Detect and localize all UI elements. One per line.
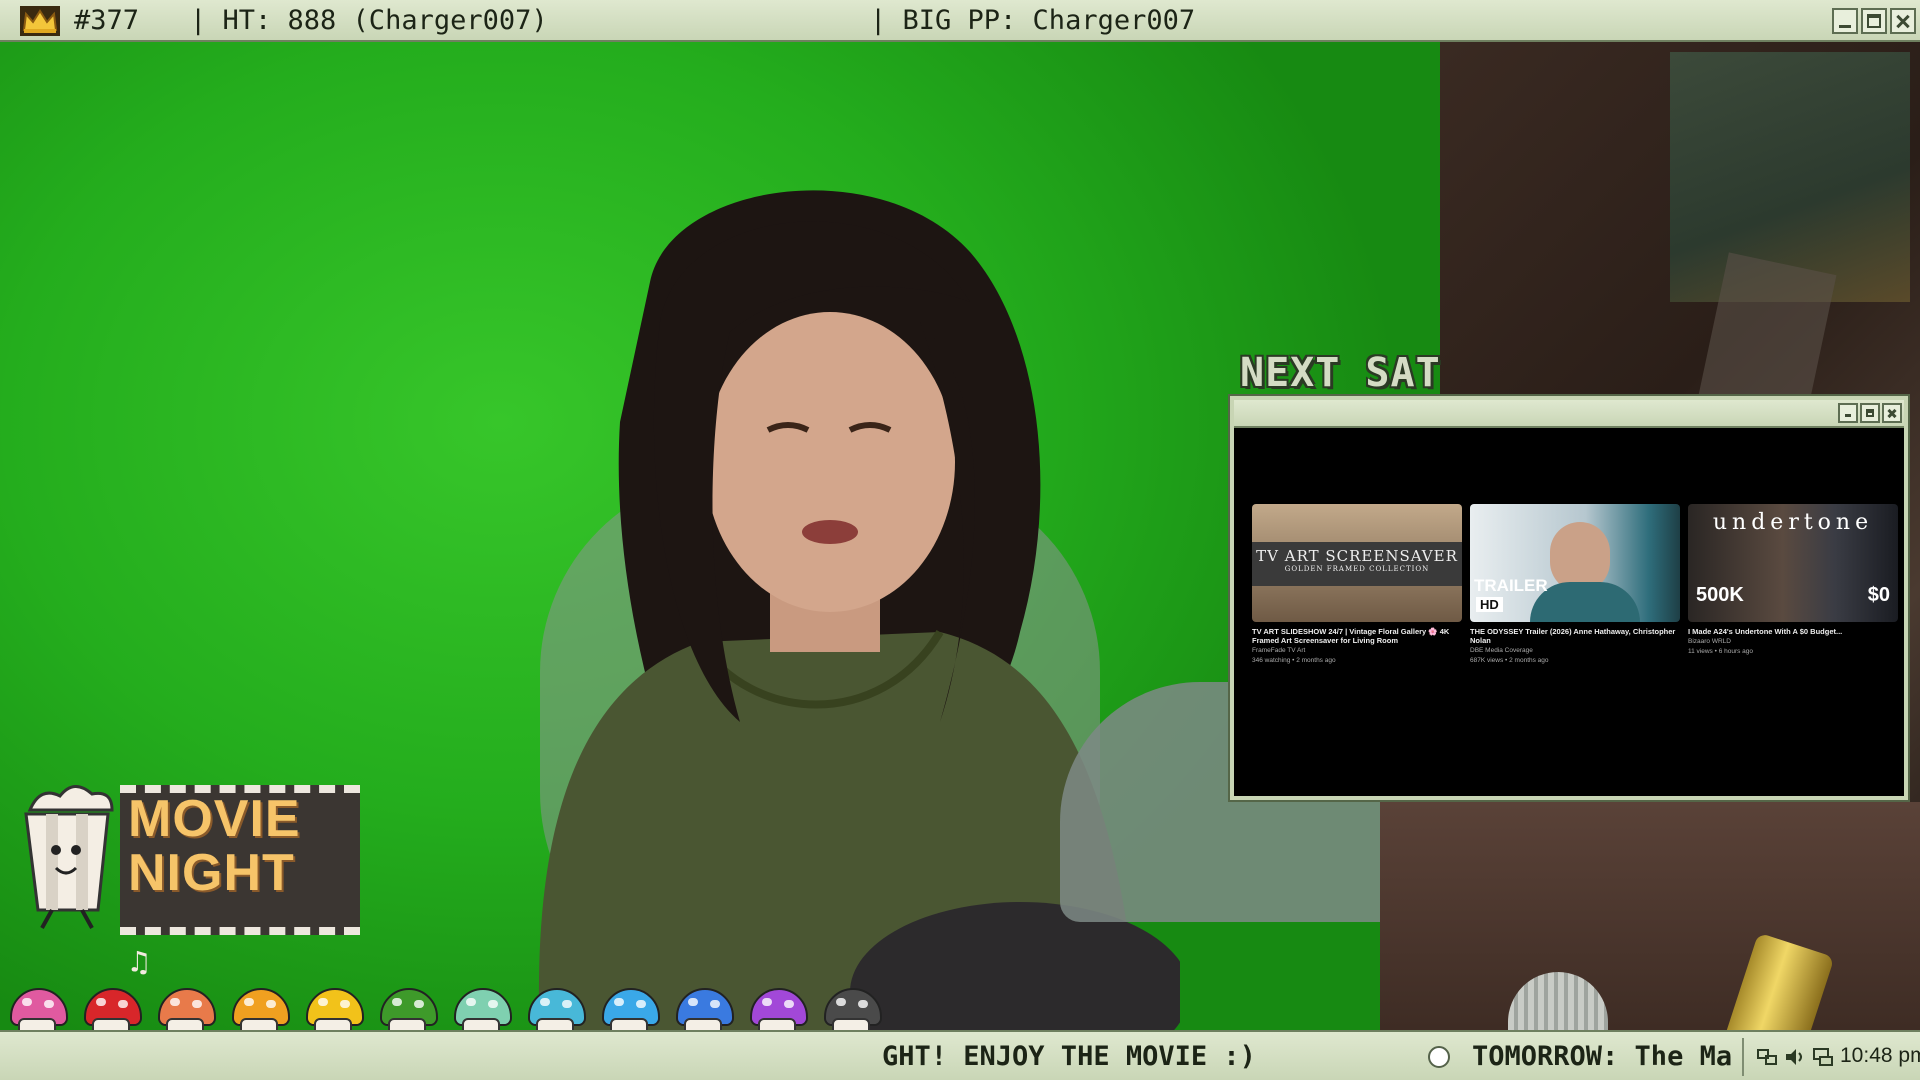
video-thumbnail[interactable]: undertone 500K $0 [1688,504,1898,622]
thumbnail-right-text: $0 [1867,584,1890,606]
ticker-text: GHT! ENJOY THE MOVIE :) [882,1041,1256,1072]
video-title[interactable]: TV ART SLIDESHOW 24/7 | Vintage Floral G… [1252,627,1462,645]
video-card[interactable]: undertone 500K $0 I Made A24's Undertone… [1688,504,1898,665]
video-thumbnail[interactable]: TV ART SCREENSAVER GOLDEN FRAMED COLLECT… [1252,504,1462,622]
network-icon[interactable] [1756,1046,1778,1068]
music-note-icon: ♫ [130,945,149,980]
video-meta: 687K views • 2 months ago [1470,657,1549,664]
popcorn-icon [24,785,114,929]
volume-icon[interactable] [1784,1046,1806,1068]
video-title[interactable]: THE ODYSSEY Trailer (2026) Anne Hathaway… [1470,627,1680,645]
popup-window-controls [1838,403,1902,423]
bottom-ticker-bar: GHT! ENJOY THE MOVIE :) TOMORROW: The Ma… [0,1030,1920,1080]
video-channel[interactable]: DBE Media Coverage [1470,647,1680,655]
ht-label: | HT: 888 (Charger007) [190,5,548,36]
hd-badge: HD [1476,597,1503,612]
table [1380,802,1920,1030]
video-channel[interactable]: Bizaaro WRLD [1688,638,1898,646]
window-controls [1832,8,1916,34]
video-card[interactable]: TRAILER HD THE ODYSSEY Trailer (2026) An… [1470,504,1680,665]
next-sat-label: NEXT SAT [1240,350,1441,396]
minimize-button[interactable] [1832,8,1858,34]
thumbnail-title: TV ART SCREENSAVER [1256,547,1458,565]
popup-maximize-button[interactable] [1860,403,1880,423]
video-meta: 346 watching • 2 months ago [1252,657,1336,664]
popup-minimize-button[interactable] [1838,403,1858,423]
rank-label: #377 [74,5,140,36]
thumbnail-title: undertone [1712,510,1874,535]
popup-title-bar[interactable] [1234,400,1904,428]
video-thumbnail[interactable]: TRAILER HD [1470,504,1680,622]
movie-night-line1: MOVIE [128,790,301,848]
video-grid: TV ART SCREENSAVER GOLDEN FRAMED COLLECT… [1252,504,1898,665]
video-meta: 11 views • 6 hours ago [1688,648,1754,655]
trailer-badge: TRAILER [1474,576,1548,595]
ticker-separator-dot [1428,1046,1450,1068]
thumbnail-subtitle: GOLDEN FRAMED COLLECTION [1284,565,1430,573]
system-tray: 10:48 pm [1742,1038,1920,1076]
close-button[interactable] [1890,8,1916,34]
crown-icon [20,6,60,36]
video-channel[interactable]: FrameFade TV Art [1252,647,1462,655]
video-title[interactable]: I Made A24's Undertone With A $0 Budget.… [1688,627,1898,636]
display-icon[interactable] [1812,1046,1834,1068]
ticker-text-next: TOMORROW: The Ma [1472,1041,1733,1072]
movie-night-logo: MOVIE NIGHT ♫ [10,740,360,980]
bigpp-label: | BIG PP: Charger007 [870,5,1196,36]
video-browser-window: TV ART SCREENSAVER GOLDEN FRAMED COLLECT… [1230,396,1908,800]
top-title-bar: #377 | HT: 888 (Charger007) | BIG PP: Ch… [0,0,1920,42]
thumbnail-left-text: 500K [1696,584,1744,606]
clock[interactable]: 10:48 pm [1840,1044,1920,1068]
maximize-button[interactable] [1861,8,1887,34]
movie-night-text: MOVIE NIGHT [128,792,301,900]
movie-night-line2: NIGHT [128,844,295,902]
thumbnail-banner: TV ART SCREENSAVER GOLDEN FRAMED COLLECT… [1252,542,1462,586]
popup-close-button[interactable] [1882,403,1902,423]
video-card[interactable]: TV ART SCREENSAVER GOLDEN FRAMED COLLECT… [1252,504,1462,665]
